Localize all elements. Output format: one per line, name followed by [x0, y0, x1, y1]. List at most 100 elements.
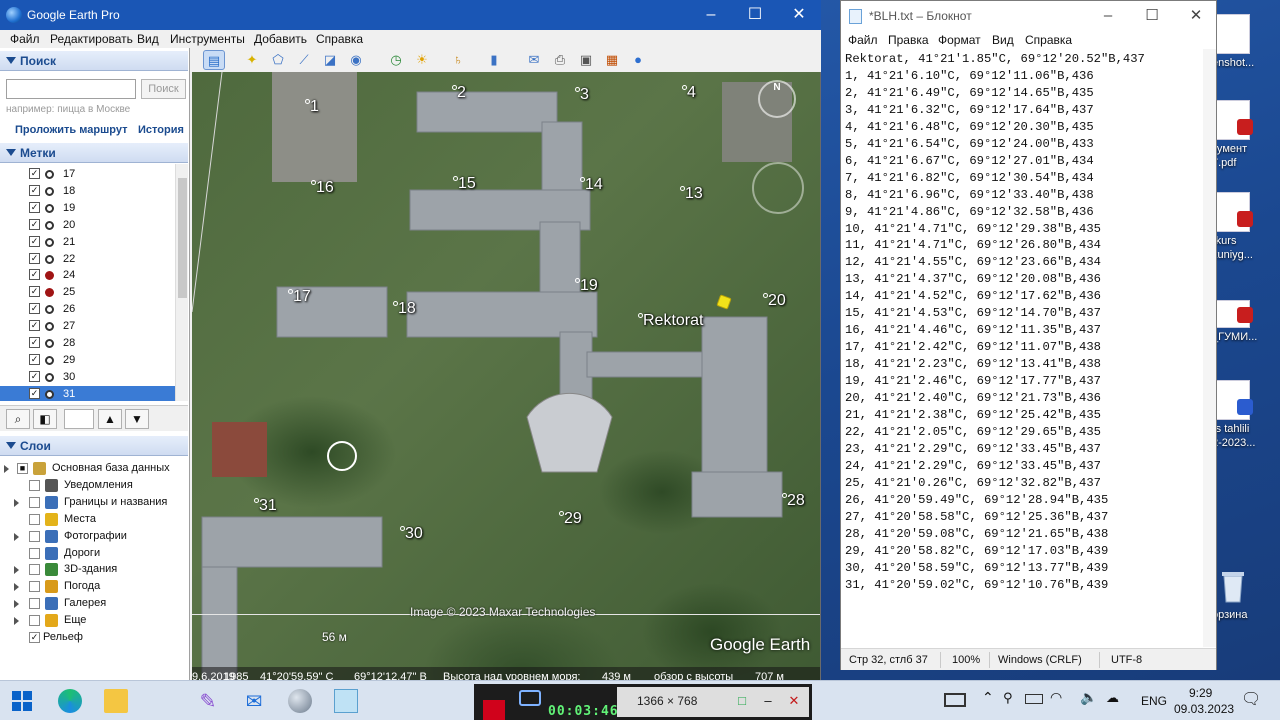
desktop-icon-pdf-document[interactable]: кумент 7.pdf: [1212, 100, 1280, 170]
expand-arrow-icon[interactable]: [14, 566, 19, 575]
map-point-label[interactable]: 28: [782, 492, 805, 510]
placemark-checkbox[interactable]: ✓: [29, 303, 40, 315]
places-scrollbar[interactable]: [175, 164, 188, 401]
desktop-icon-gumi-pdf[interactable]: _ГУМИ...: [1212, 300, 1280, 344]
close-recorder-icon[interactable]: ✕: [785, 693, 803, 709]
layer-row[interactable]: Дороги: [0, 545, 188, 562]
desktop-icon-screenshot[interactable]: enshot...: [1212, 14, 1280, 70]
layer-row[interactable]: Границы и названия: [0, 494, 188, 511]
expand-arrow-icon[interactable]: [14, 617, 19, 626]
map-point-label[interactable]: 4: [682, 84, 696, 102]
layer-checkbox[interactable]: [29, 513, 40, 525]
menu-view[interactable]: Вид: [137, 32, 159, 46]
layer-row[interactable]: Еще: [0, 612, 188, 629]
file-explorer-icon[interactable]: [104, 689, 128, 713]
windows-start-icon[interactable]: [10, 689, 34, 713]
mail-icon[interactable]: ✉: [242, 689, 266, 713]
placemark-checkbox[interactable]: ✓: [29, 201, 40, 213]
placemark-row[interactable]: ✓ 20: [0, 217, 175, 234]
earth-gallery-icon[interactable]: ●: [627, 50, 649, 70]
placemark-checkbox[interactable]: ✓: [29, 218, 40, 230]
add-polygon-icon[interactable]: ⬠: [267, 50, 289, 70]
placemark-checkbox[interactable]: ✓: [29, 387, 40, 399]
maximize-button[interactable]: ☐: [1130, 1, 1174, 31]
placemark-row[interactable]: ✓ 31: [0, 385, 175, 401]
sunlight-icon[interactable]: ☀: [411, 50, 433, 70]
placemark-row[interactable]: ✓ 22: [0, 251, 175, 268]
edge-browser-icon[interactable]: [58, 689, 82, 713]
clock-date[interactable]: 09.03.2023: [1174, 702, 1234, 716]
layer-row[interactable]: Фотографии: [0, 528, 188, 545]
placemark-checkbox[interactable]: ✓: [29, 320, 40, 332]
map-point-label[interactable]: 18: [393, 300, 416, 318]
map-point-label[interactable]: 31: [254, 497, 277, 515]
layer-checkbox[interactable]: [29, 598, 40, 610]
map-point-label[interactable]: 19: [575, 277, 598, 295]
placemark-row[interactable]: ✓ 27: [0, 318, 175, 335]
map-point-label[interactable]: 13: [680, 185, 703, 203]
notepad-taskbar-icon[interactable]: [334, 689, 358, 713]
menu-format[interactable]: Формат: [938, 33, 981, 47]
map-point-label[interactable]: 1: [305, 98, 319, 116]
tray-taskview-icon[interactable]: [944, 693, 966, 707]
menu-file[interactable]: Файл: [10, 32, 40, 46]
expand-arrow-icon[interactable]: [14, 532, 19, 541]
record-region-icon[interactable]: □: [733, 693, 751, 709]
placemark-checkbox[interactable]: ✓: [29, 269, 40, 281]
menu-view[interactable]: Вид: [992, 33, 1014, 47]
placemark-row[interactable]: ✓ 25: [0, 284, 175, 301]
close-button[interactable]: ✕: [1174, 1, 1218, 31]
layer-row[interactable]: Места: [0, 511, 188, 528]
map-point-label[interactable]: 30: [400, 525, 423, 543]
layer-row[interactable]: ✓ Рельеф: [0, 629, 188, 646]
rektorat-label[interactable]: Rektorat: [637, 312, 703, 330]
layers-section-header[interactable]: Слои: [0, 436, 188, 456]
add-placemark-icon[interactable]: ✦: [241, 50, 263, 70]
layer-checkbox[interactable]: ✓: [29, 632, 40, 643]
save-image-icon[interactable]: ▣: [575, 50, 597, 70]
maximize-button[interactable]: ☐: [733, 0, 777, 30]
map-point-label[interactable]: 17: [288, 288, 311, 306]
layer-checkbox[interactable]: [29, 615, 40, 627]
notepad-scrollbar[interactable]: [1203, 49, 1216, 647]
collapse-triangle-icon[interactable]: [6, 149, 16, 156]
placemark-row[interactable]: ✓ 26: [0, 301, 175, 318]
layer-row[interactable]: Погода: [0, 578, 188, 595]
move-up-icon[interactable]: ▲: [98, 409, 122, 429]
layer-row[interactable]: Уведомления: [0, 477, 188, 494]
expand-arrow-icon[interactable]: [14, 583, 19, 592]
desktop-icon-recycle-bin[interactable]: орзина: [1212, 566, 1280, 622]
panel-toggle-icon[interactable]: ◧: [33, 409, 57, 429]
add-path-icon[interactable]: ⟋: [293, 50, 315, 70]
expand-arrow-icon[interactable]: [4, 465, 9, 473]
menu-add[interactable]: Добавить: [254, 32, 307, 46]
scrollbar-thumb[interactable]: [178, 178, 187, 298]
placemark-checkbox[interactable]: ✓: [29, 353, 40, 365]
notepad-titlebar[interactable]: *BLH.txt – Блокнот – ☐ ✕: [841, 1, 1216, 31]
map-point-label[interactable]: 20: [763, 292, 786, 310]
directions-link[interactable]: Проложить маршрут: [15, 124, 127, 136]
google-earth-titlebar[interactable]: Google Earth Pro – ☐ ✕: [0, 0, 821, 30]
menu-edit[interactable]: Правка: [888, 33, 929, 47]
menu-file[interactable]: Файл: [848, 33, 878, 47]
menu-edit[interactable]: Редактировать: [50, 32, 133, 46]
move-down-icon[interactable]: ▼: [125, 409, 149, 429]
minimize-button[interactable]: –: [689, 0, 733, 30]
placemark-row[interactable]: ✓ 30: [0, 369, 175, 386]
collapse-triangle-icon[interactable]: [6, 57, 16, 64]
close-button[interactable]: ✕: [777, 0, 821, 30]
history-link[interactable]: История: [138, 124, 184, 136]
print-icon[interactable]: ⎙: [549, 50, 571, 70]
tray-chevron-icon[interactable]: ⌃: [982, 689, 994, 706]
map-point-label[interactable]: 3: [575, 86, 589, 104]
placemark-checkbox[interactable]: ✓: [29, 168, 40, 179]
layer-checkbox[interactable]: [29, 564, 40, 576]
expand-arrow-icon[interactable]: [14, 600, 19, 609]
feather-app-icon[interactable]: ✎: [196, 689, 220, 713]
camera-icon[interactable]: [519, 690, 541, 706]
places-filter-field[interactable]: [64, 409, 94, 429]
desktop-icon-word-doc[interactable]: rs tahlili 2-2023...: [1212, 380, 1280, 450]
collapse-triangle-icon[interactable]: [6, 442, 16, 449]
desktop-icon-kurs-pdf[interactable]: -kurs kuniyg...: [1212, 192, 1280, 262]
placemark-row[interactable]: ✓ 19: [0, 200, 175, 217]
